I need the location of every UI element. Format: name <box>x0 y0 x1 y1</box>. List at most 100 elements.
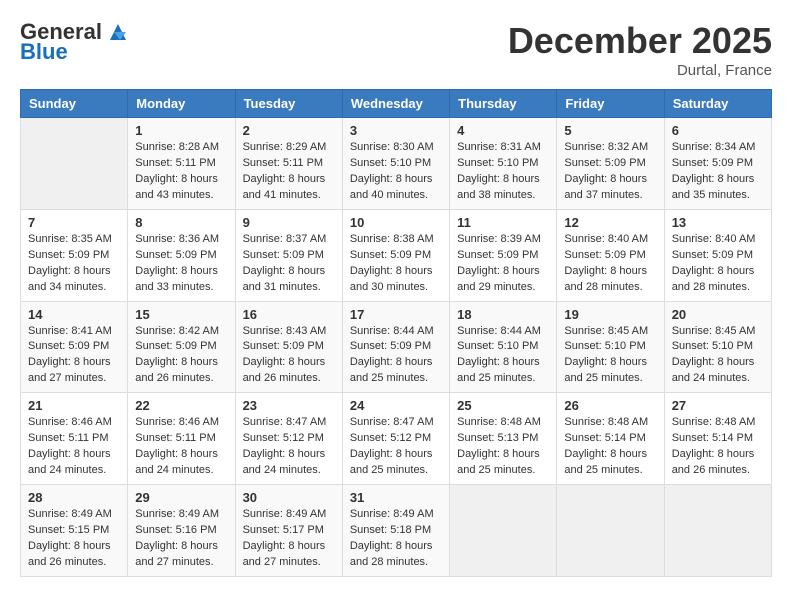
calendar-cell: 5 Sunrise: 8:32 AM Sunset: 5:09 PM Daylig… <box>557 118 664 210</box>
day-number: 15 <box>135 307 227 322</box>
day-number: 12 <box>564 215 656 230</box>
day-number: 30 <box>243 490 335 505</box>
day-number: 27 <box>672 398 764 413</box>
day-info: Sunrise: 8:34 AM Sunset: 5:09 PM Dayligh… <box>672 140 764 204</box>
logo-icon <box>106 20 130 44</box>
weekday-monday: Monday <box>128 90 235 118</box>
day-info: Sunrise: 8:32 AM Sunset: 5:09 PM Dayligh… <box>564 140 656 204</box>
day-info: Sunrise: 8:40 AM Sunset: 5:09 PM Dayligh… <box>672 232 764 296</box>
calendar-cell: 27 Sunrise: 8:48 AM Sunset: 5:14 PM Dayli… <box>664 393 771 485</box>
month-title: December 2025 <box>508 20 772 62</box>
day-info: Sunrise: 8:43 AM Sunset: 5:09 PM Dayligh… <box>243 324 335 388</box>
day-number: 11 <box>457 215 549 230</box>
day-number: 2 <box>243 123 335 138</box>
calendar-cell <box>21 118 128 210</box>
day-number: 20 <box>672 307 764 322</box>
day-number: 16 <box>243 307 335 322</box>
calendar-cell: 4Sunrise: 8:31 AM Sunset: 5:10 PM Daylig… <box>450 118 557 210</box>
calendar-cell: 15Sunrise: 8:42 AM Sunset: 5:09 PM Dayli… <box>128 301 235 393</box>
day-number: 23 <box>243 398 335 413</box>
day-number: 3 <box>350 123 442 138</box>
weekday-sunday: Sunday <box>21 90 128 118</box>
day-info: Sunrise: 8:49 AM Sunset: 5:17 PM Dayligh… <box>243 507 335 571</box>
day-number: 26 <box>564 398 656 413</box>
day-number: 5 <box>564 123 656 138</box>
calendar-week-1: 1Sunrise: 8:28 AM Sunset: 5:11 PM Daylig… <box>21 118 772 210</box>
day-info: Sunrise: 8:48 AM Sunset: 5:14 PM Dayligh… <box>564 415 656 479</box>
calendar-week-3: 14Sunrise: 8:41 AM Sunset: 5:09 PM Dayli… <box>21 301 772 393</box>
calendar-cell: 20 Sunrise: 8:45 AM Sunset: 5:10 PM Dayli… <box>664 301 771 393</box>
day-number: 29 <box>135 490 227 505</box>
day-info: Sunrise: 8:45 AM Sunset: 5:10 PM Dayligh… <box>564 324 656 388</box>
day-number: 19 <box>564 307 656 322</box>
calendar-cell: 7 Sunrise: 8:35 AM Sunset: 5:09 PM Daylig… <box>21 209 128 301</box>
day-number: 7 <box>28 215 120 230</box>
day-number: 17 <box>350 307 442 322</box>
calendar-cell <box>557 485 664 577</box>
calendar-cell: 25 Sunrise: 8:48 AM Sunset: 5:13 PM Dayli… <box>450 393 557 485</box>
calendar-cell: 6 Sunrise: 8:34 AM Sunset: 5:09 PM Daylig… <box>664 118 771 210</box>
calendar-cell: 17Sunrise: 8:44 AM Sunset: 5:09 PM Dayli… <box>342 301 449 393</box>
day-number: 28 <box>28 490 120 505</box>
calendar-table: SundayMondayTuesdayWednesdayThursdayFrid… <box>20 89 772 577</box>
calendar-cell <box>450 485 557 577</box>
calendar-cell: 21Sunrise: 8:46 AM Sunset: 5:11 PM Dayli… <box>21 393 128 485</box>
day-info: Sunrise: 8:46 AM Sunset: 5:11 PM Dayligh… <box>135 415 227 479</box>
calendar-cell: 9 Sunrise: 8:37 AM Sunset: 5:09 PM Daylig… <box>235 209 342 301</box>
calendar-cell: 22 Sunrise: 8:46 AM Sunset: 5:11 PM Dayli… <box>128 393 235 485</box>
day-info: Sunrise: 8:44 AM Sunset: 5:10 PM Dayligh… <box>457 324 549 388</box>
weekday-saturday: Saturday <box>664 90 771 118</box>
calendar-cell: 26 Sunrise: 8:48 AM Sunset: 5:14 PM Dayli… <box>557 393 664 485</box>
calendar-cell: 29Sunrise: 8:49 AM Sunset: 5:16 PM Dayli… <box>128 485 235 577</box>
day-number: 8 <box>135 215 227 230</box>
calendar-cell: 12 Sunrise: 8:40 AM Sunset: 5:09 PM Dayli… <box>557 209 664 301</box>
calendar-cell: 2Sunrise: 8:29 AM Sunset: 5:11 PM Daylig… <box>235 118 342 210</box>
page-header: General Blue December 2025 Durtal, Franc… <box>20 20 772 79</box>
day-info: Sunrise: 8:40 AM Sunset: 5:09 PM Dayligh… <box>564 232 656 296</box>
day-number: 4 <box>457 123 549 138</box>
calendar-cell: 8 Sunrise: 8:36 AM Sunset: 5:09 PM Daylig… <box>128 209 235 301</box>
day-number: 13 <box>672 215 764 230</box>
weekday-thursday: Thursday <box>450 90 557 118</box>
day-info: Sunrise: 8:37 AM Sunset: 5:09 PM Dayligh… <box>243 232 335 296</box>
day-info: Sunrise: 8:38 AM Sunset: 5:09 PM Dayligh… <box>350 232 442 296</box>
weekday-wednesday: Wednesday <box>342 90 449 118</box>
calendar-cell: 16 Sunrise: 8:43 AM Sunset: 5:09 PM Dayli… <box>235 301 342 393</box>
logo: General Blue <box>20 20 130 64</box>
calendar-cell: 10Sunrise: 8:38 AM Sunset: 5:09 PM Dayli… <box>342 209 449 301</box>
weekday-header-row: SundayMondayTuesdayWednesdayThursdayFrid… <box>21 90 772 118</box>
day-info: Sunrise: 8:39 AM Sunset: 5:09 PM Dayligh… <box>457 232 549 296</box>
day-number: 18 <box>457 307 549 322</box>
day-info: Sunrise: 8:46 AM Sunset: 5:11 PM Dayligh… <box>28 415 120 479</box>
calendar-cell: 23Sunrise: 8:47 AM Sunset: 5:12 PM Dayli… <box>235 393 342 485</box>
calendar-cell: 1Sunrise: 8:28 AM Sunset: 5:11 PM Daylig… <box>128 118 235 210</box>
day-info: Sunrise: 8:30 AM Sunset: 5:10 PM Dayligh… <box>350 140 442 204</box>
calendar-cell: 13 Sunrise: 8:40 AM Sunset: 5:09 PM Dayli… <box>664 209 771 301</box>
day-number: 31 <box>350 490 442 505</box>
calendar-week-4: 21Sunrise: 8:46 AM Sunset: 5:11 PM Dayli… <box>21 393 772 485</box>
calendar-week-5: 28Sunrise: 8:49 AM Sunset: 5:15 PM Dayli… <box>21 485 772 577</box>
day-info: Sunrise: 8:48 AM Sunset: 5:14 PM Dayligh… <box>672 415 764 479</box>
day-number: 22 <box>135 398 227 413</box>
day-info: Sunrise: 8:49 AM Sunset: 5:18 PM Dayligh… <box>350 507 442 571</box>
calendar-week-2: 7 Sunrise: 8:35 AM Sunset: 5:09 PM Daylig… <box>21 209 772 301</box>
title-block: December 2025 Durtal, France <box>508 20 772 79</box>
calendar-cell: 24 Sunrise: 8:47 AM Sunset: 5:12 PM Dayli… <box>342 393 449 485</box>
day-number: 6 <box>672 123 764 138</box>
calendar-body: 1Sunrise: 8:28 AM Sunset: 5:11 PM Daylig… <box>21 118 772 577</box>
day-info: Sunrise: 8:35 AM Sunset: 5:09 PM Dayligh… <box>28 232 120 296</box>
day-number: 24 <box>350 398 442 413</box>
day-number: 9 <box>243 215 335 230</box>
day-info: Sunrise: 8:41 AM Sunset: 5:09 PM Dayligh… <box>28 324 120 388</box>
calendar-cell: 19 Sunrise: 8:45 AM Sunset: 5:10 PM Dayli… <box>557 301 664 393</box>
day-info: Sunrise: 8:28 AM Sunset: 5:11 PM Dayligh… <box>135 140 227 204</box>
calendar-cell: 31 Sunrise: 8:49 AM Sunset: 5:18 PM Dayli… <box>342 485 449 577</box>
day-info: Sunrise: 8:47 AM Sunset: 5:12 PM Dayligh… <box>350 415 442 479</box>
day-info: Sunrise: 8:45 AM Sunset: 5:10 PM Dayligh… <box>672 324 764 388</box>
day-info: Sunrise: 8:48 AM Sunset: 5:13 PM Dayligh… <box>457 415 549 479</box>
weekday-tuesday: Tuesday <box>235 90 342 118</box>
calendar-cell: 3 Sunrise: 8:30 AM Sunset: 5:10 PM Daylig… <box>342 118 449 210</box>
calendar-cell <box>664 485 771 577</box>
day-number: 25 <box>457 398 549 413</box>
day-info: Sunrise: 8:36 AM Sunset: 5:09 PM Dayligh… <box>135 232 227 296</box>
